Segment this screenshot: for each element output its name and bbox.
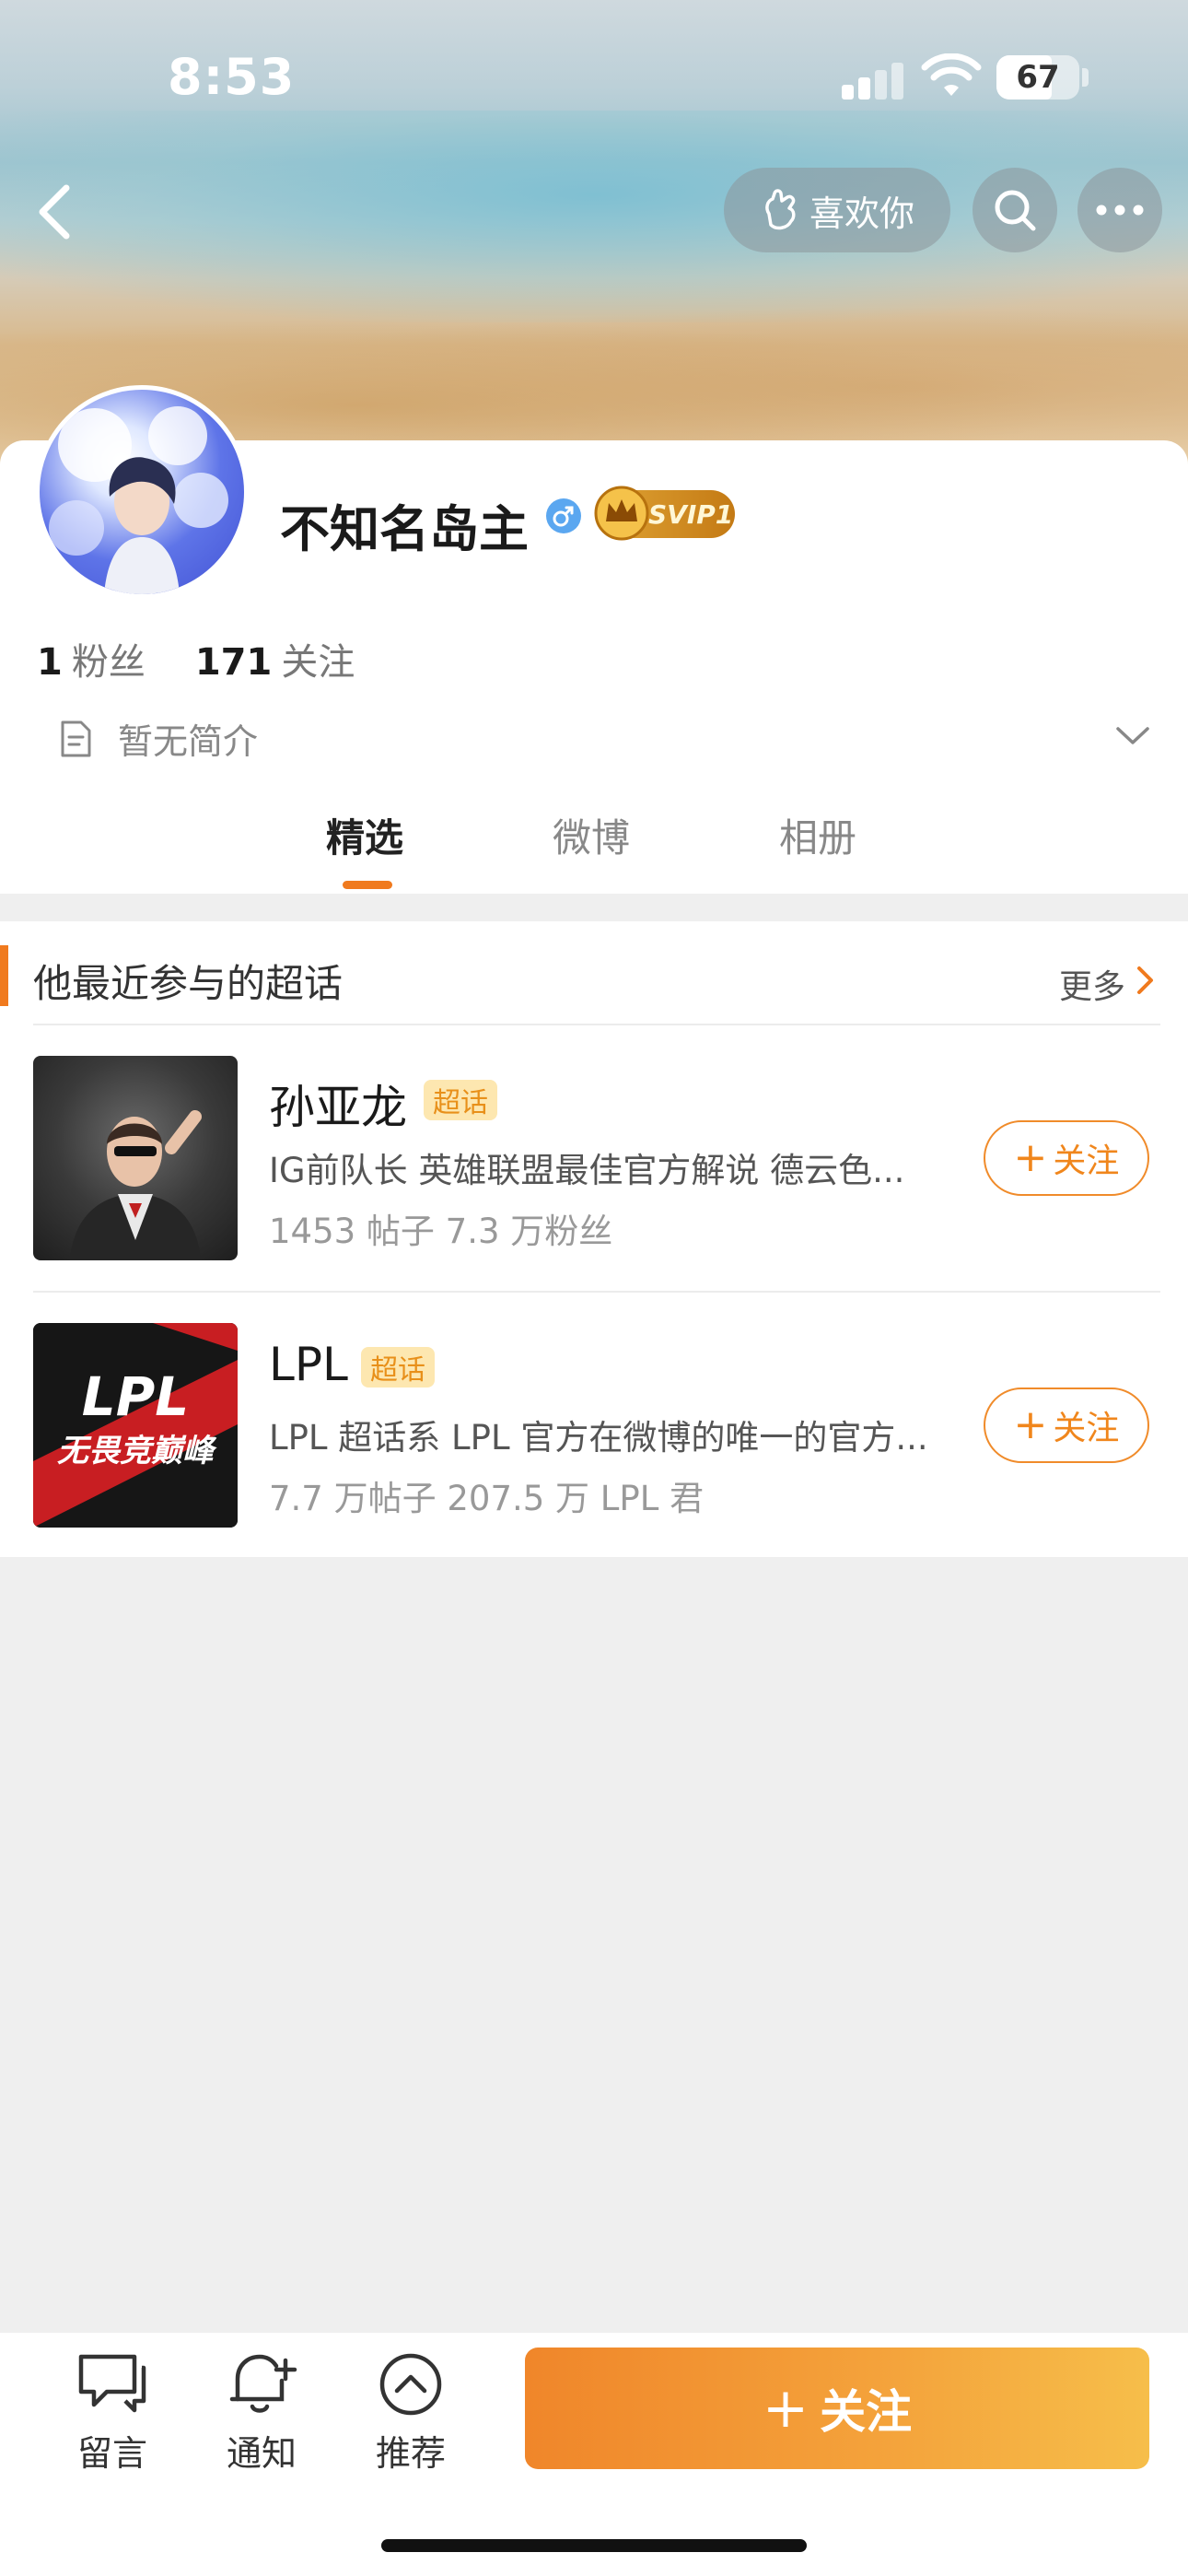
- topic-thumbnail[interactable]: [33, 1056, 238, 1260]
- chevron-right-icon[interactable]: [1135, 964, 1157, 997]
- follow-user-label: 关注: [820, 2385, 913, 2439]
- topic-follow-button[interactable]: + 关注: [984, 1388, 1149, 1463]
- battery-cap: [1082, 68, 1089, 87]
- plus-icon: +: [762, 2376, 809, 2441]
- like-hand-icon: [765, 189, 796, 230]
- battery-indicator: 67: [996, 55, 1079, 100]
- male-icon: [546, 498, 581, 533]
- follow-user-button[interactable]: + 关注: [525, 2348, 1149, 2469]
- fans-count[interactable]: 1: [37, 641, 63, 684]
- svip-badge[interactable]: SVIP1: [594, 486, 735, 541]
- follow-label: 关注: [1053, 1142, 1120, 1180]
- topic-thumbnail[interactable]: LPL 无畏竞巅峰: [33, 1323, 238, 1528]
- following-label[interactable]: 关注: [281, 632, 355, 685]
- topic-name[interactable]: 孙亚龙: [269, 1071, 407, 1137]
- topic-name[interactable]: LPL: [269, 1338, 348, 1391]
- tab-album[interactable]: 相册: [779, 807, 856, 863]
- fans-label[interactable]: 粉丝: [72, 632, 146, 685]
- follow-label: 关注: [1053, 1410, 1120, 1447]
- section-accent-bar: [0, 945, 8, 1006]
- home-indicator: [381, 2539, 807, 2552]
- topic-meta: 1453 帖子 7.3 万粉丝: [269, 1212, 613, 1251]
- wifi-icon: [921, 53, 982, 96]
- bio-row[interactable]: 暂无简介: [59, 713, 258, 764]
- following-count[interactable]: 171: [195, 641, 273, 684]
- super-topic-tag: 超话: [361, 1347, 435, 1388]
- topic-description: LPL 超话系 LPL 官方在微博的唯一的官方...: [269, 1418, 928, 1458]
- tab-featured[interactable]: 精选: [326, 807, 403, 863]
- section-title: 他最近参与的超话: [33, 961, 344, 1006]
- person-photo: [70, 1110, 202, 1260]
- like-button-label: 喜欢你: [809, 193, 914, 234]
- notify-button[interactable]: 通知: [206, 2351, 317, 2476]
- message-button[interactable]: 留言: [57, 2351, 168, 2476]
- crown-icon: [594, 486, 649, 541]
- signal-icon: [842, 61, 903, 100]
- message-label: 留言: [76, 2433, 147, 2474]
- document-icon: [61, 720, 91, 756]
- svip-label: SVIP1: [648, 498, 734, 530]
- super-topic-tag: 超话: [424, 1080, 497, 1120]
- search-button[interactable]: [973, 168, 1057, 252]
- search-icon: [995, 190, 1036, 231]
- plus-icon: +: [1013, 1134, 1048, 1181]
- row-divider: [33, 1291, 1160, 1293]
- bell-plus-icon: [229, 2354, 297, 2413]
- back-icon[interactable]: [26, 175, 81, 249]
- topic-description: IG前队长 英雄联盟最佳官方解说 德云色...: [269, 1151, 905, 1190]
- status-time: 8:53: [168, 48, 296, 106]
- notify-label: 通知: [226, 2433, 297, 2474]
- profile-tabs: 精选 微博 相册: [0, 807, 1188, 890]
- plus-icon: +: [1013, 1401, 1048, 1448]
- bio-text: 暂无简介: [118, 721, 259, 762]
- username: 不知名岛主: [280, 500, 529, 558]
- topic-follow-button[interactable]: + 关注: [984, 1120, 1149, 1196]
- chevron-up-circle-icon: [379, 2353, 442, 2416]
- profile-stats: 1 粉丝 171 关注: [37, 632, 404, 685]
- avatar-illustration: [49, 406, 228, 594]
- like-button[interactable]: 喜欢你: [724, 168, 950, 252]
- recommend-button[interactable]: 推荐: [355, 2351, 466, 2476]
- message-icon: [78, 2354, 146, 2413]
- lpl-logo-text: LPL: [82, 1365, 189, 1428]
- more-button[interactable]: [1077, 168, 1162, 252]
- lpl-logo-subtext: 无畏竞巅峰: [57, 1433, 217, 1469]
- tab-active-indicator: [343, 881, 392, 889]
- section-divider: [33, 1024, 1160, 1025]
- chevron-down-icon[interactable]: [1114, 724, 1151, 748]
- more-icon: [1096, 205, 1144, 216]
- topic-meta: 7.7 万帖子 207.5 万 LPL 君: [269, 1479, 705, 1518]
- tab-weibo[interactable]: 微博: [553, 807, 630, 863]
- battery-level: 67: [1016, 59, 1060, 96]
- lpl-logo: LPL 无畏竞巅峰: [33, 1323, 238, 1528]
- recommend-label: 推荐: [375, 2433, 446, 2474]
- avatar[interactable]: [35, 385, 249, 599]
- more-link[interactable]: 更多: [1059, 960, 1125, 1008]
